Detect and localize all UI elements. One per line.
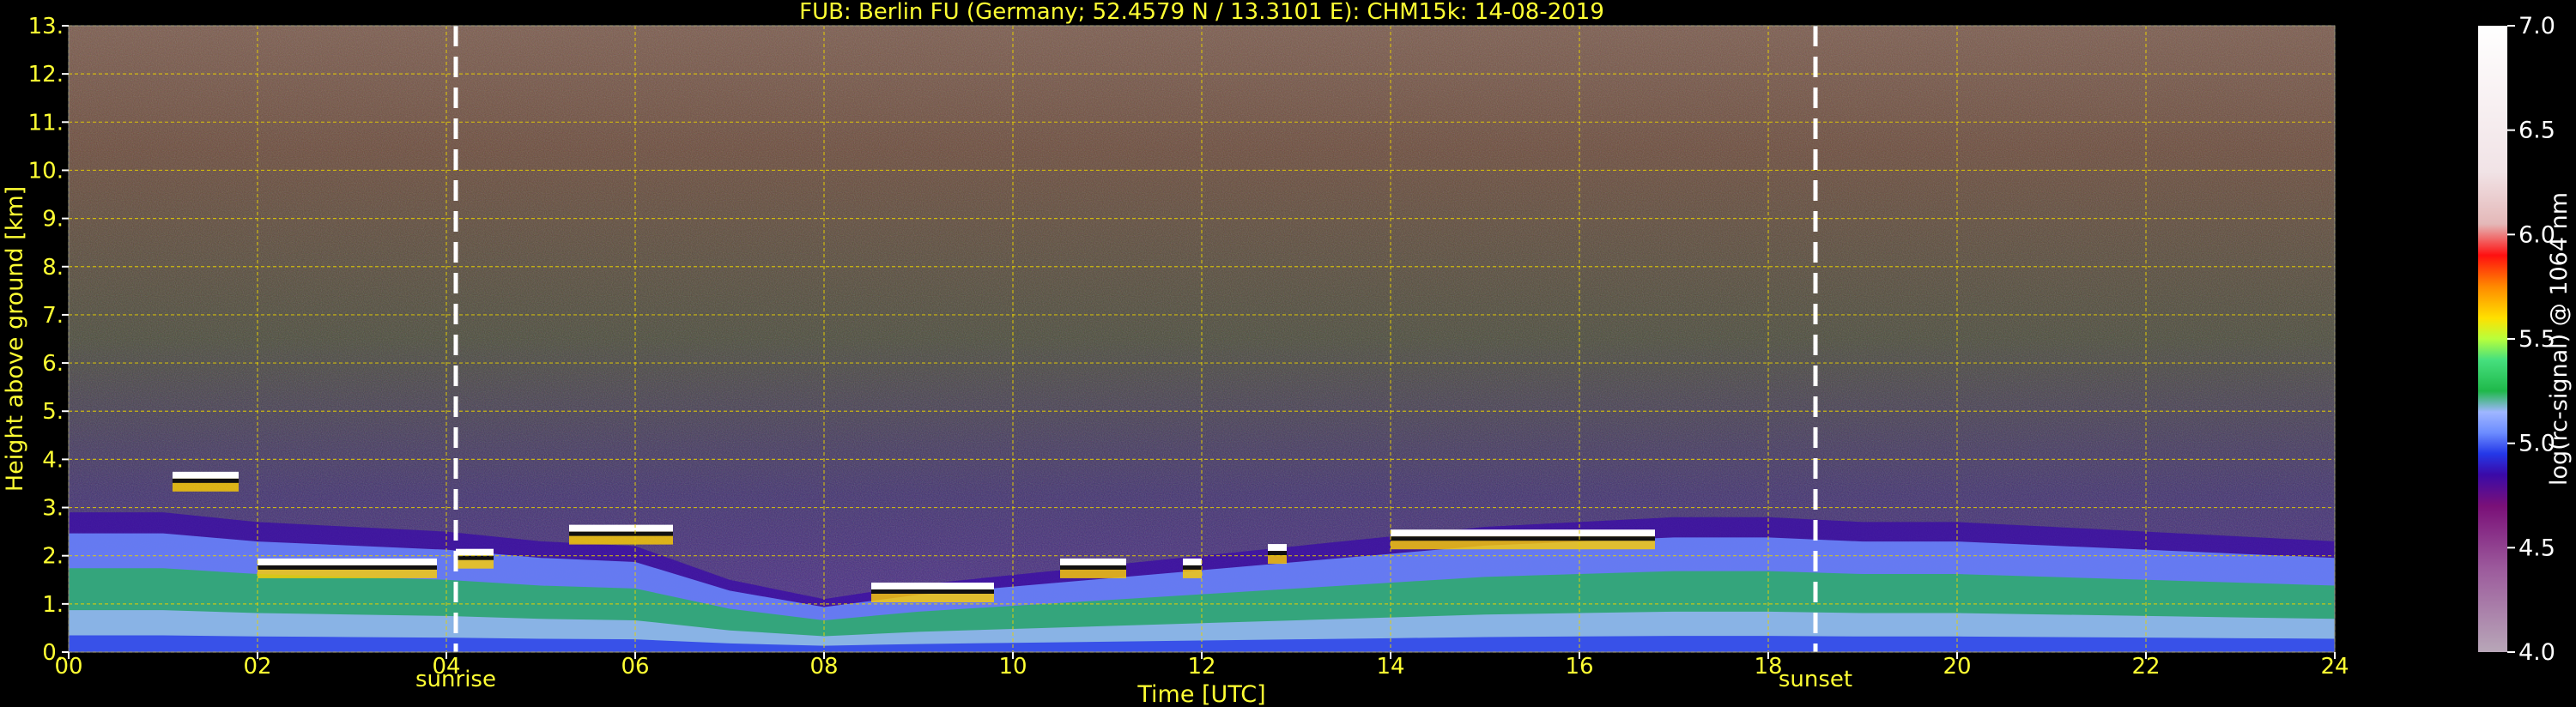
cloud-top-4 [871, 583, 994, 589]
colorbar-tick-label: 6.5 [2518, 118, 2555, 144]
cloud-core-1 [258, 565, 437, 570]
y-tick-label: 5. [42, 399, 64, 425]
x-axis: 00 02 04 06 08 10 12 14 16 18 20 22 24 [54, 652, 2349, 680]
y-tick-label: 10. [28, 158, 64, 184]
x-tick-label: 22 [2131, 654, 2160, 680]
x-tick-label: 02 [243, 654, 271, 680]
x-tick-label: 12 [1187, 654, 1215, 680]
plot-area: sunrise sunset [68, 25, 2336, 692]
cloud-top-1 [258, 558, 437, 565]
y-tick-label: 2. [42, 544, 64, 570]
cloud-core-8 [1391, 536, 1655, 541]
cloud-top-0 [173, 471, 239, 479]
x-tick-label: 06 [621, 654, 649, 680]
x-tick-label: 10 [998, 654, 1027, 680]
cloud-core-5 [1060, 565, 1126, 570]
x-tick-label: 24 [2320, 654, 2349, 680]
chart-title: FUB: Berlin FU (Germany; 52.4579 N / 13.… [799, 0, 1604, 25]
y-tick-label: 8. [42, 255, 64, 281]
y-tick-label: 6. [42, 351, 64, 377]
cloud-core-0 [173, 478, 239, 483]
y-tick-label: 3. [42, 496, 64, 522]
x-tick-label: 16 [1565, 654, 1593, 680]
colorbar-bar [2478, 26, 2507, 652]
cloud-core-7 [1268, 551, 1287, 556]
cloud-core-4 [871, 589, 994, 594]
x-axis-label: Time [UTC] [1136, 681, 1265, 707]
y-tick-label: 12. [28, 62, 64, 88]
cloud-top-3 [569, 524, 673, 532]
colorbar-tick-label: 4.0 [2518, 639, 2555, 666]
x-tick-label: 08 [809, 654, 838, 680]
x-tick-label: 20 [1943, 654, 1971, 680]
colorbar-tick-label: 4.5 [2518, 535, 2555, 561]
y-tick-label: 13. [28, 14, 64, 39]
y-tick-label: 9. [42, 207, 64, 233]
colorbar-tick-label: 7.0 [2518, 13, 2555, 39]
y-axis: 0. 1. 2. 3. 4. 5. 6. 7. 8. 9. 10. 11. 12. 13. [28, 14, 69, 666]
x-tick-label: 18 [1754, 654, 1782, 680]
x-tick-label: 04 [432, 654, 460, 680]
y-tick-label: 11. [28, 110, 64, 136]
cloud-top-2 [456, 548, 494, 556]
cloud-core-6 [1183, 565, 1202, 570]
cloud-top-5 [1060, 558, 1126, 565]
y-tick-label: 1. [42, 592, 64, 618]
y-tick-label: 0. [42, 640, 64, 666]
cloud-core-2 [456, 555, 494, 560]
cloud-top-7 [1268, 544, 1287, 552]
y-axis-label: Height above ground [km] [2, 186, 28, 492]
lidar-chart: FUB: Berlin FU (Germany; 52.4579 N / 13.… [2, 0, 2573, 707]
x-tick-label: 14 [1376, 654, 1404, 680]
colorbar: 4.04.55.05.56.06.57.0 log(rc-signal) @ 1… [2478, 13, 2573, 666]
event-label-sunset: sunset [1779, 667, 1852, 692]
cloud-top-8 [1391, 529, 1655, 537]
y-tick-label: 4. [42, 447, 64, 473]
cloud-top-6 [1183, 558, 1202, 565]
colorbar-label: log(rc-signal) @ 1064 nm [2546, 192, 2573, 486]
y-tick-label: 7. [42, 303, 64, 329]
cloud-core-3 [569, 531, 673, 536]
